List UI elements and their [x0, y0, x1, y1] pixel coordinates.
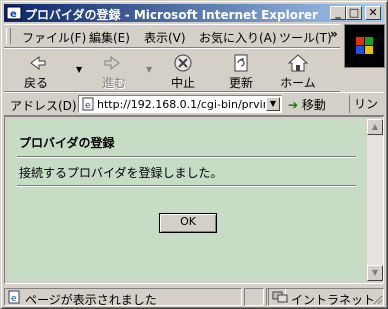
svg-text:e: e — [85, 101, 91, 111]
back-label: 戻る — [23, 76, 48, 90]
ok-button[interactable]: OK — [159, 213, 217, 233]
address-input[interactable] — [97, 97, 265, 111]
resize-grip-icon[interactable] — [371, 293, 383, 305]
ie-icon: e — [6, 6, 22, 20]
svg-text:e: e — [11, 294, 17, 304]
refresh-label: 更新 — [228, 76, 253, 90]
go-arrow-icon: ➔ — [288, 98, 299, 112]
content-area: プロバイダの登録 接続するプロバイダを登録しました。 OK ▲ ▼ — [4, 116, 384, 284]
web-page: プロバイダの登録 接続するプロバイダを登録しました。 OK — [7, 119, 366, 281]
status-bar: e ページが表示されました イントラネット — [4, 287, 384, 307]
window-title: プロバイダの登録 - Microsoft Internet Explorer — [25, 8, 318, 22]
svg-text:e: e — [10, 9, 17, 20]
menu-favorites[interactable]: お気に入り(A) — [199, 29, 277, 46]
status-progress-pane — [244, 288, 264, 306]
divider-top — [17, 156, 356, 158]
windows-flag-icon — [356, 37, 373, 54]
back-arrow-icon — [30, 56, 46, 70]
address-dropdown-icon[interactable]: ▼ — [266, 97, 280, 111]
address-label: アドレス(D) — [10, 99, 77, 113]
go-button[interactable]: ➔ 移動 — [288, 96, 326, 113]
intranet-zone-icon — [272, 291, 288, 303]
scroll-up-icon[interactable]: ▲ — [367, 119, 383, 135]
address-bar: アドレス(D) e ▼ ➔ 移動 リンク — [4, 92, 384, 129]
title-bar: e プロバイダの登録 - Microsoft Internet Explorer… — [4, 4, 384, 22]
forward-arrow-icon — [104, 56, 120, 70]
standard-toolbar: 戻る ▼ 進む ▼ 中止 更新 ホーム — [4, 48, 340, 92]
zone-text: イントラネット — [291, 293, 376, 307]
forward-label: 進む — [101, 76, 126, 90]
back-dropdown-icon[interactable]: ▼ — [76, 65, 82, 74]
links-button[interactable]: リンク — [349, 95, 384, 129]
back-button[interactable]: 戻る — [10, 51, 62, 90]
menu-tools[interactable]: ツール(T) — [279, 29, 332, 46]
stop-button[interactable]: 中止 — [157, 51, 209, 90]
menu-more-chevron[interactable]: » — [330, 27, 338, 41]
menu-edit[interactable]: 編集(E) — [89, 29, 130, 46]
maximize-button[interactable]: □ — [346, 6, 362, 20]
menu-grip[interactable] — [6, 28, 11, 44]
confirmation-message: 接続するプロバイダを登録しました。 — [19, 166, 223, 180]
page-title: プロバイダの登録 — [19, 136, 115, 150]
menu-bar: ファイル(F) 編集(E) 表示(V) お気に入り(A) ツール(T) » — [4, 24, 340, 48]
windows-logo-throbber — [344, 24, 385, 68]
menu-view[interactable]: 表示(V) — [144, 29, 186, 46]
status-message-pane: e ページが表示されました — [4, 288, 242, 307]
scroll-down-icon[interactable]: ▼ — [367, 265, 383, 281]
vertical-scrollbar[interactable]: ▲ ▼ — [367, 119, 383, 281]
page-done-icon: e — [8, 290, 20, 304]
divider-bottom — [17, 185, 356, 187]
refresh-button[interactable]: 更新 — [215, 51, 267, 90]
stop-icon — [174, 54, 192, 72]
status-zone-pane: イントラネット — [268, 288, 384, 307]
home-label: ホーム — [280, 76, 316, 90]
forward-dropdown-icon[interactable]: ▼ — [146, 65, 152, 74]
browser-window: e プロバイダの登録 - Microsoft Internet Explorer… — [0, 0, 388, 309]
minimize-button[interactable]: _ — [330, 6, 346, 20]
menu-file[interactable]: ファイル(F) — [22, 29, 86, 46]
toolbar-more-chevron[interactable]: » — [369, 51, 377, 65]
home-button[interactable]: ホーム — [272, 51, 324, 90]
address-field[interactable]: e ▼ — [78, 95, 282, 113]
page-icon: e — [82, 97, 94, 111]
go-label: 移動 — [301, 98, 326, 112]
status-text: ページが表示されました — [25, 293, 157, 307]
stop-label: 中止 — [170, 76, 195, 90]
close-button[interactable]: ✕ — [365, 6, 381, 20]
forward-button[interactable]: 進む — [88, 51, 140, 90]
refresh-icon — [234, 54, 248, 72]
home-icon — [287, 54, 309, 72]
